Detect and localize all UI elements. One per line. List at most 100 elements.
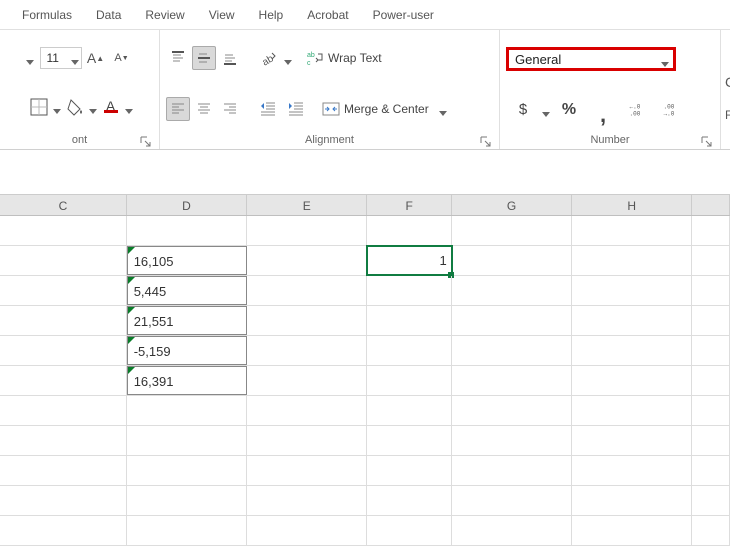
tab-view[interactable]: View [197, 2, 247, 28]
chevron-down-icon[interactable] [53, 103, 61, 111]
merge-center-button[interactable]: Merge & Center [322, 100, 447, 118]
align-middle-button[interactable] [192, 46, 216, 70]
cell[interactable] [572, 306, 692, 335]
cell[interactable] [572, 336, 692, 365]
cell[interactable] [0, 276, 127, 305]
column-header-d[interactable]: D [127, 195, 247, 215]
font-dialog-launcher[interactable] [139, 135, 153, 149]
tab-formulas[interactable]: Formulas [10, 2, 84, 28]
cell[interactable] [247, 216, 367, 245]
fill-color-button[interactable] [63, 95, 87, 119]
table-row[interactable]: -5,159 [0, 336, 730, 366]
cell[interactable] [247, 246, 367, 275]
cell-text-stored-as-number[interactable]: 21,551 [127, 306, 247, 335]
comma-style-button[interactable]: , [588, 98, 618, 122]
cell[interactable] [247, 306, 367, 335]
cell[interactable] [452, 216, 572, 245]
active-cell[interactable]: 1 [367, 246, 452, 275]
decrease-indent-button[interactable] [256, 97, 280, 121]
table-row[interactable]: 16,105 1 [0, 246, 730, 276]
chevron-down-icon[interactable] [125, 103, 133, 111]
cell[interactable] [367, 276, 452, 305]
align-bottom-button[interactable] [218, 46, 242, 70]
align-right-button[interactable] [218, 97, 242, 121]
cell[interactable] [0, 366, 127, 395]
chevron-down-icon[interactable] [89, 103, 97, 111]
table-row[interactable] [0, 396, 730, 426]
cell[interactable] [367, 216, 452, 245]
cell[interactable] [247, 366, 367, 395]
table-row[interactable]: 16,391 [0, 366, 730, 396]
tab-review[interactable]: Review [133, 2, 196, 28]
cell[interactable] [0, 336, 127, 365]
accounting-format-button[interactable]: $ [508, 98, 538, 122]
cell[interactable] [692, 306, 730, 335]
cell[interactable] [692, 216, 730, 245]
column-header-f[interactable]: F [367, 195, 452, 215]
align-left-button[interactable] [166, 97, 190, 121]
cell[interactable] [572, 246, 692, 275]
cell[interactable] [367, 366, 452, 395]
table-row[interactable] [0, 216, 730, 246]
font-size-select[interactable]: 11 [40, 47, 82, 69]
tab-power-user[interactable]: Power-user [361, 2, 446, 28]
table-row[interactable]: 21,551 [0, 306, 730, 336]
cell[interactable] [572, 276, 692, 305]
cell[interactable] [692, 246, 730, 275]
table-row[interactable] [0, 516, 730, 546]
wrap-text-button[interactable]: abc Wrap Text [306, 49, 382, 67]
cell[interactable] [452, 336, 572, 365]
cell[interactable] [367, 336, 452, 365]
chevron-down-icon[interactable] [439, 105, 447, 113]
cell[interactable] [127, 216, 247, 245]
cell[interactable] [572, 216, 692, 245]
column-header-c[interactable]: C [0, 195, 127, 215]
tab-acrobat[interactable]: Acrobat [295, 2, 360, 28]
cell[interactable] [452, 366, 572, 395]
tab-data[interactable]: Data [84, 2, 133, 28]
orientation-button[interactable]: ab [256, 46, 280, 70]
font-color-button[interactable]: A [99, 95, 123, 119]
cell-text-stored-as-number[interactable]: 16,105 [127, 246, 247, 275]
cell[interactable] [247, 336, 367, 365]
chevron-down-icon[interactable] [284, 54, 292, 62]
align-top-button[interactable] [166, 46, 190, 70]
decrease-decimal-button[interactable]: .00→.0 [656, 98, 686, 122]
table-row[interactable]: 5,445 [0, 276, 730, 306]
table-row[interactable] [0, 456, 730, 486]
cell-text-stored-as-number[interactable]: 16,391 [127, 366, 247, 395]
cell[interactable] [452, 306, 572, 335]
column-header-next[interactable] [692, 195, 730, 215]
percent-style-button[interactable]: % [554, 98, 584, 122]
font-name-dropdown-icon[interactable] [26, 54, 34, 62]
column-header-g[interactable]: G [452, 195, 572, 215]
cell[interactable] [692, 336, 730, 365]
cell[interactable] [572, 366, 692, 395]
column-header-h[interactable]: H [572, 195, 692, 215]
number-dialog-launcher[interactable] [700, 135, 714, 149]
decrease-font-size-button[interactable]: A▼ [110, 46, 134, 70]
worksheet-grid[interactable]: C D E F G H 16,105 1 5,445 21 [0, 194, 730, 546]
cell[interactable] [452, 246, 572, 275]
borders-button[interactable] [27, 95, 51, 119]
table-row[interactable] [0, 486, 730, 516]
cell-text-stored-as-number[interactable]: -5,159 [127, 336, 247, 365]
cell[interactable] [452, 276, 572, 305]
increase-font-size-button[interactable]: A▲ [84, 46, 108, 70]
cell[interactable] [692, 366, 730, 395]
tab-help[interactable]: Help [247, 2, 296, 28]
cell-text-stored-as-number[interactable]: 5,445 [127, 276, 247, 305]
cell[interactable] [692, 276, 730, 305]
column-header-e[interactable]: E [247, 195, 367, 215]
column-headers[interactable]: C D E F G H [0, 194, 730, 216]
number-format-dropdown[interactable]: General [506, 47, 676, 71]
table-row[interactable] [0, 426, 730, 456]
alignment-dialog-launcher[interactable] [479, 135, 493, 149]
chevron-down-icon[interactable] [542, 106, 550, 114]
cell[interactable] [247, 276, 367, 305]
cell[interactable] [367, 306, 452, 335]
cell[interactable] [0, 216, 127, 245]
align-center-button[interactable] [192, 97, 216, 121]
increase-indent-button[interactable] [284, 97, 308, 121]
increase-decimal-button[interactable]: ←.0.00 [622, 98, 652, 122]
